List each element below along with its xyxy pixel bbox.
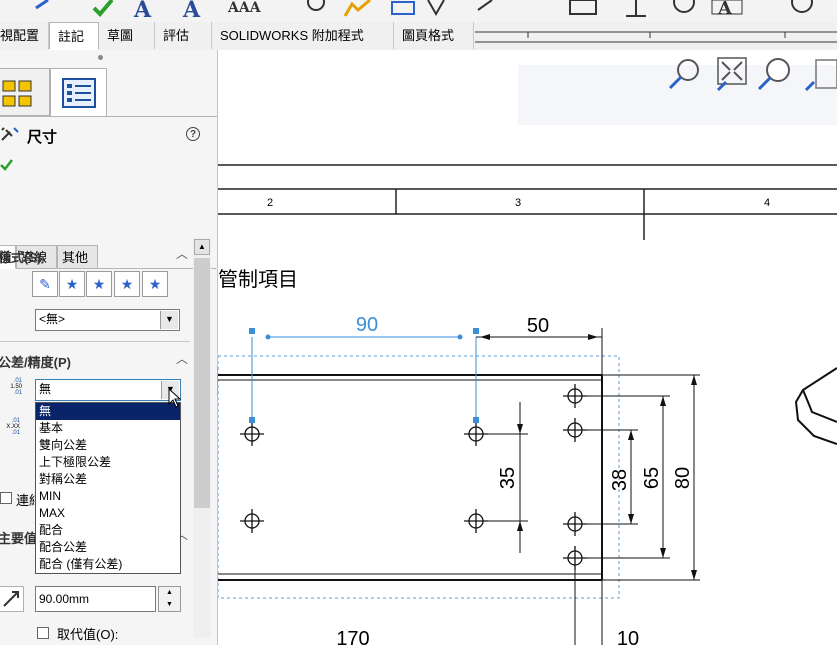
dim-170-text[interactable]: 170 bbox=[336, 628, 369, 648]
save-style-button[interactable]: ★ bbox=[114, 271, 140, 297]
arrow-icon bbox=[35, 0, 49, 10]
svg-text:A: A bbox=[182, 0, 201, 22]
option-bilateral[interactable]: 雙向公差 bbox=[36, 437, 180, 454]
subtab-other[interactable]: 其他 bbox=[57, 245, 98, 269]
dim-35-text[interactable]: 35 bbox=[497, 467, 519, 489]
override-value-label: 取代值(O): bbox=[57, 627, 119, 642]
svg-text:A: A bbox=[717, 0, 733, 19]
tab-annotation[interactable]: 註記 bbox=[49, 22, 99, 50]
tolerance-group-header[interactable]: 公差/精度(P) bbox=[0, 352, 71, 371]
tolerance-select-value: 無 bbox=[39, 382, 52, 396]
option-none[interactable]: 無 bbox=[36, 403, 180, 420]
option-symmetric[interactable]: 對稱公差 bbox=[36, 471, 180, 488]
checkmark-icon bbox=[92, 0, 114, 17]
option-limit[interactable]: 上下極限公差 bbox=[36, 454, 180, 471]
tolerance-type-icon: .01 1.50 .01 bbox=[10, 378, 22, 396]
scroll-thumb[interactable] bbox=[194, 258, 210, 508]
tab-evaluate[interactable]: 評估 bbox=[155, 22, 212, 49]
option-fit-with-tolerance[interactable]: 配合公差 bbox=[36, 539, 180, 556]
note-title[interactable]: 管制項目 bbox=[218, 268, 298, 291]
zone-label: 3 bbox=[515, 197, 521, 209]
zone-label: 2 bbox=[267, 197, 273, 209]
dim-38-text[interactable]: 38 bbox=[609, 469, 631, 491]
feature-manager-tab[interactable] bbox=[0, 68, 50, 116]
property-list-icon bbox=[62, 78, 96, 108]
primary-value-group-header[interactable]: 主要值 bbox=[0, 528, 37, 547]
tab-bar-ruler bbox=[475, 31, 837, 43]
option-min[interactable]: MIN bbox=[36, 488, 180, 505]
command-tab-bar: 視配置 註記 草圖 評估 SOLIDWORKS 附加程式 圖頁格式 bbox=[0, 22, 837, 51]
link-checkbox[interactable] bbox=[0, 492, 12, 504]
add-style-button[interactable]: ★ bbox=[59, 271, 85, 297]
primary-value-icon bbox=[0, 586, 24, 612]
dim-50-text[interactable]: 50 bbox=[527, 315, 549, 337]
option-max[interactable]: MAX bbox=[36, 505, 180, 522]
property-manager-title: 尺寸 bbox=[27, 129, 58, 146]
dimension-90-selected[interactable]: 90 bbox=[249, 314, 479, 423]
tab-view-layout[interactable]: 視配置 bbox=[0, 22, 49, 49]
ok-checkmark-icon[interactable] bbox=[0, 158, 14, 172]
pane-handle[interactable] bbox=[98, 55, 103, 60]
dim-90-text[interactable]: 90 bbox=[356, 314, 378, 336]
svg-text:AAA: AAA bbox=[227, 0, 262, 16]
command-toolbar: A A AAA A bbox=[0, 0, 837, 22]
scroll-up-button[interactable]: ▲ bbox=[194, 239, 210, 255]
dim-65-text[interactable]: 65 bbox=[641, 467, 663, 489]
isometric-view[interactable] bbox=[794, 367, 837, 445]
collapse-chevron-icon[interactable]: ︿ bbox=[176, 350, 188, 367]
override-value-checkbox[interactable] bbox=[37, 627, 49, 639]
apply-style-button[interactable]: ✎ bbox=[32, 271, 58, 297]
svg-text:A: A bbox=[133, 0, 152, 22]
hole-markers bbox=[240, 384, 587, 570]
frame-icon bbox=[391, 1, 415, 15]
feature-tree-icon bbox=[2, 80, 32, 107]
precision-icon: .01 X.XX .01 bbox=[6, 418, 20, 436]
tolerance-type-dropdown-list[interactable]: 無 基本 雙向公差 上下極限公差 對稱公差 MIN MAX 配合 配合公差 配合… bbox=[35, 402, 181, 574]
dimension-35[interactable]: 35 bbox=[488, 402, 528, 553]
dimension-38[interactable]: 38 bbox=[587, 429, 638, 525]
delete-style-button[interactable]: ★ bbox=[86, 271, 112, 297]
option-basic[interactable]: 基本 bbox=[36, 420, 180, 437]
view-boundary[interactable] bbox=[217, 355, 620, 599]
chevron-down-icon[interactable]: ▼ bbox=[160, 311, 178, 329]
collapse-chevron-icon[interactable]: ︿ bbox=[176, 245, 188, 262]
toolbar-icons: A A AAA A bbox=[35, 0, 813, 22]
tolerance-type-select[interactable]: 無 ▼ bbox=[35, 379, 181, 401]
mouse-cursor-icon bbox=[168, 388, 182, 408]
property-manager-tab[interactable] bbox=[50, 68, 107, 116]
help-button[interactable]: ? bbox=[186, 127, 200, 141]
option-fit[interactable]: 配合 bbox=[36, 522, 180, 539]
tab-sheet-format[interactable]: 圖頁格式 bbox=[394, 22, 474, 49]
drawing-sheet[interactable]: 2 3 4 管制項目 90 50 35 38 65 80 170 10 bbox=[217, 50, 837, 648]
dim-80-text[interactable]: 80 bbox=[672, 467, 694, 489]
style-group-header[interactable]: 樣式(S) bbox=[0, 247, 41, 266]
style-select-value: <無> bbox=[39, 312, 66, 326]
drawing-canvas[interactable]: 2 3 4 管制項目 90 50 35 38 65 80 170 10 bbox=[217, 50, 837, 648]
table-icon bbox=[569, 0, 597, 15]
load-style-button[interactable]: ★ bbox=[142, 271, 168, 297]
dimension-50[interactable]: 50 bbox=[476, 315, 603, 375]
style-select[interactable]: <無> ▼ bbox=[35, 309, 180, 331]
tab-sketch[interactable]: 草圖 bbox=[99, 22, 155, 49]
primary-value-input[interactable]: 90.00mm bbox=[35, 586, 156, 612]
value-spinner[interactable]: ▲ ▼ bbox=[158, 586, 181, 612]
dim-10-text[interactable]: 10 bbox=[617, 628, 639, 648]
dimension-icon bbox=[1, 127, 19, 141]
zone-label: 4 bbox=[764, 197, 770, 209]
lightning-icon bbox=[343, 0, 371, 17]
option-fit-tolerance-only[interactable]: 配合 (僅有公差) bbox=[36, 556, 180, 573]
tab-solidworks-addins[interactable]: SOLIDWORKS 附加程式 bbox=[212, 22, 394, 49]
